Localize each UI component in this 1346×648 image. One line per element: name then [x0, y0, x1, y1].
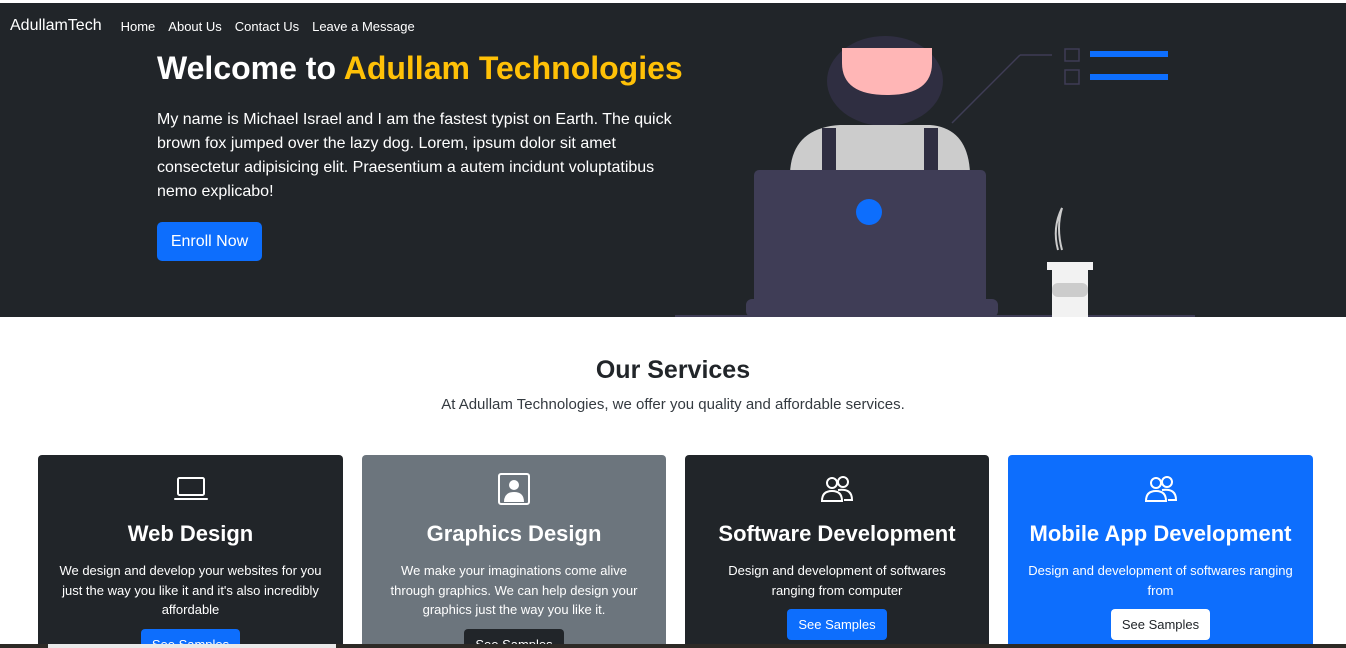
person-square-icon: [498, 473, 530, 505]
navbar: AdullamTech Home About Us Contact Us Lea…: [0, 3, 1346, 49]
services-title: Our Services: [595, 356, 751, 384]
hero-title-accent: Adullam Technologies: [343, 50, 683, 86]
card-text: Design and development of softwares rang…: [728, 563, 946, 598]
service-card-web-design: Web Design We design and develop your we…: [38, 455, 343, 648]
card-title: Mobile App Development: [1029, 521, 1292, 546]
nav-link-home[interactable]: Home: [121, 19, 156, 34]
people-icon: [820, 476, 854, 502]
enroll-now-button[interactable]: Enroll Now: [157, 222, 262, 261]
service-card-graphics-design: Graphics Design We make your imagination…: [362, 455, 666, 648]
navbar-brand[interactable]: AdullamTech: [10, 17, 102, 35]
hero-section: Welcome to Adullam Technologies My name …: [0, 3, 1346, 317]
laptop-icon: [173, 477, 208, 500]
services-subtitle: At Adullam Technologies, we offer you qu…: [441, 396, 905, 413]
hero-description: My name is Michael Israel and I am the f…: [157, 111, 672, 200]
card-title: Web Design: [127, 521, 254, 546]
bottom-edge-highlight: [48, 644, 336, 648]
card-text: We make your imaginations come alive thr…: [390, 563, 638, 617]
card-text: We design and develop your websites for …: [59, 563, 322, 617]
card-title: Software Development: [718, 521, 956, 546]
nav-link-about-us[interactable]: About Us: [168, 19, 221, 34]
see-samples-button[interactable]: See Samples: [1110, 609, 1211, 640]
hero-title: Welcome to Adullam Technologies: [157, 50, 683, 87]
card-text: Design and development of softwares rang…: [1028, 563, 1293, 598]
hero-title-prefix: Welcome to: [157, 50, 344, 86]
service-card-mobile-app-development: Mobile App Development Design and develo…: [1008, 455, 1313, 648]
card-title: Graphics Design: [426, 521, 602, 546]
see-samples-button[interactable]: See Samples: [787, 609, 887, 640]
nav-link-contact-us[interactable]: Contact Us: [235, 19, 299, 34]
person-with-laptop-illustration: [675, 36, 1195, 317]
people-icon: [1144, 476, 1177, 502]
nav-link-leave-a-message[interactable]: Leave a Message: [312, 19, 415, 34]
service-card-software-development: Software Development Design and developm…: [685, 455, 989, 648]
